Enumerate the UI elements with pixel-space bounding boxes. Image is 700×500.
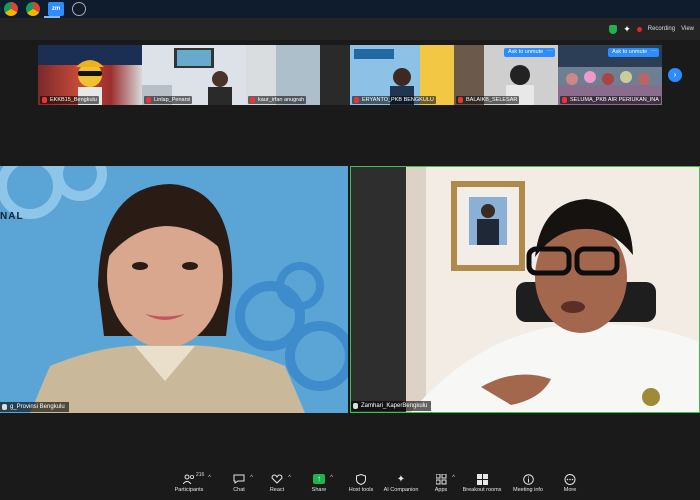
participant-name-tag: EKKB15_Bengkulu <box>40 96 99 104</box>
participant-name-tag: kaur_irfan anugrah <box>248 96 307 104</box>
participant-video <box>351 167 699 412</box>
mic-muted-icon <box>250 97 255 103</box>
apps-label: Apps <box>434 487 448 493</box>
background-banner-text: NAL <box>0 211 24 222</box>
chevron-up-icon[interactable]: ^ <box>330 475 333 481</box>
participant-video <box>0 166 348 413</box>
participant-thumbnail[interactable]: Ask to unmute ··· SELUMA_PKB AIR PERIUKA… <box>558 45 662 105</box>
meeting-toolbar: 216 ^ Participants ^ Chat ^ React ↑ ^ Sh… <box>0 470 700 500</box>
ai-companion-status-icon[interactable]: ✦ <box>623 24 631 35</box>
participants-button[interactable]: 216 ^ Participants <box>162 472 216 493</box>
speaker-tile-right-active[interactable]: Zamhari_KaperBengkulu <box>350 166 700 413</box>
breakout-rooms-icon <box>476 473 488 485</box>
meeting-title-bar: ✦ Recording View <box>0 18 700 40</box>
mic-muted-icon <box>458 97 463 103</box>
more-icon <box>564 473 576 485</box>
thumbnail-more-button[interactable]: ··· <box>649 48 659 57</box>
mic-muted-icon <box>42 97 47 103</box>
participant-thumbnail[interactable]: kaur_irfan anugrah <box>246 45 350 105</box>
speaker-name-tag: Zamhari_KaperBengkulu <box>351 401 432 411</box>
ai-sparkle-icon: ✦ <box>396 473 406 485</box>
zoom-app-label: zm <box>51 6 61 12</box>
host-tools-label: Host tools <box>348 487 374 493</box>
ask-to-unmute-button[interactable]: Ask to unmute <box>608 48 652 57</box>
participant-thumbnail[interactable]: ERYANTO_PKB BENGKULU <box>350 45 454 105</box>
speaker-tile-left[interactable]: NAL g_Provinsi Bengkulu <box>0 166 348 413</box>
mic-icon <box>353 403 358 409</box>
speaker-stage: NAL g_Provinsi Bengkulu Zamhari_KaperBen… <box>0 108 700 470</box>
next-page-arrow-icon[interactable]: › <box>668 68 682 82</box>
shield-icon <box>355 473 367 485</box>
react-label: React <box>269 487 285 493</box>
thumbnail-more-button[interactable]: ··· <box>545 48 555 57</box>
chrome-icon[interactable] <box>4 2 18 16</box>
more-label: More <box>563 487 577 493</box>
participants-icon: 216 ^ <box>183 472 211 485</box>
participants-label: Participants <box>174 487 204 493</box>
mic-muted-icon <box>146 97 151 103</box>
mic-muted-icon <box>562 97 567 103</box>
mic-muted-icon <box>354 97 359 103</box>
settings-app-icon[interactable] <box>72 2 86 16</box>
participant-name-tag: ERYANTO_PKB BENGKULU <box>352 96 436 104</box>
participant-thumbnail[interactable]: Ask to unmute ··· BALAIKB_SELESAR <box>454 45 558 105</box>
mic-icon <box>2 404 7 410</box>
info-icon <box>522 473 534 485</box>
os-taskbar: zm <box>0 0 700 18</box>
share-screen-icon: ↑ ^ <box>313 473 333 485</box>
speaker-name-tag: g_Provinsi Bengkulu <box>0 402 69 412</box>
participant-thumbnail[interactable]: Linlap_Penarsi <box>142 45 246 105</box>
participant-thumbnail[interactable]: EKKB15_Bengkulu <box>38 45 142 105</box>
chat-icon: ^ <box>233 473 253 485</box>
participant-name-tag: Linlap_Penarsi <box>144 96 193 104</box>
encryption-shield-icon[interactable] <box>609 24 618 34</box>
apps-icon: ^ <box>435 473 455 485</box>
more-button[interactable]: More <box>543 473 597 493</box>
chrome-icon[interactable] <box>26 2 40 16</box>
ask-to-unmute-button[interactable]: Ask to unmute <box>504 48 548 57</box>
zoom-app-icon[interactable]: zm <box>48 2 64 16</box>
breakout-rooms-label: Breakout rooms <box>462 487 502 493</box>
meeting-info-label: Meeting info <box>513 487 543 493</box>
participant-gallery-strip: EKKB15_Bengkulu Linlap_Penarsi kaur_irfa… <box>0 40 700 108</box>
chat-label: Chat <box>233 487 245 493</box>
recording-dot-icon <box>636 26 642 32</box>
view-button[interactable]: View <box>681 26 694 32</box>
participant-name-tag: BALAIKB_SELESAR <box>456 96 520 104</box>
chevron-up-icon[interactable]: ^ <box>208 475 211 481</box>
participant-count: 216 <box>196 472 205 478</box>
chevron-up-icon[interactable]: ^ <box>288 475 291 481</box>
react-heart-icon: ^ <box>271 473 291 485</box>
recording-label[interactable]: Recording <box>648 26 675 32</box>
participant-name-tag: SELUMA_PKB AIR PERIUKAN_INA <box>560 96 661 104</box>
share-label: Share <box>311 487 327 493</box>
